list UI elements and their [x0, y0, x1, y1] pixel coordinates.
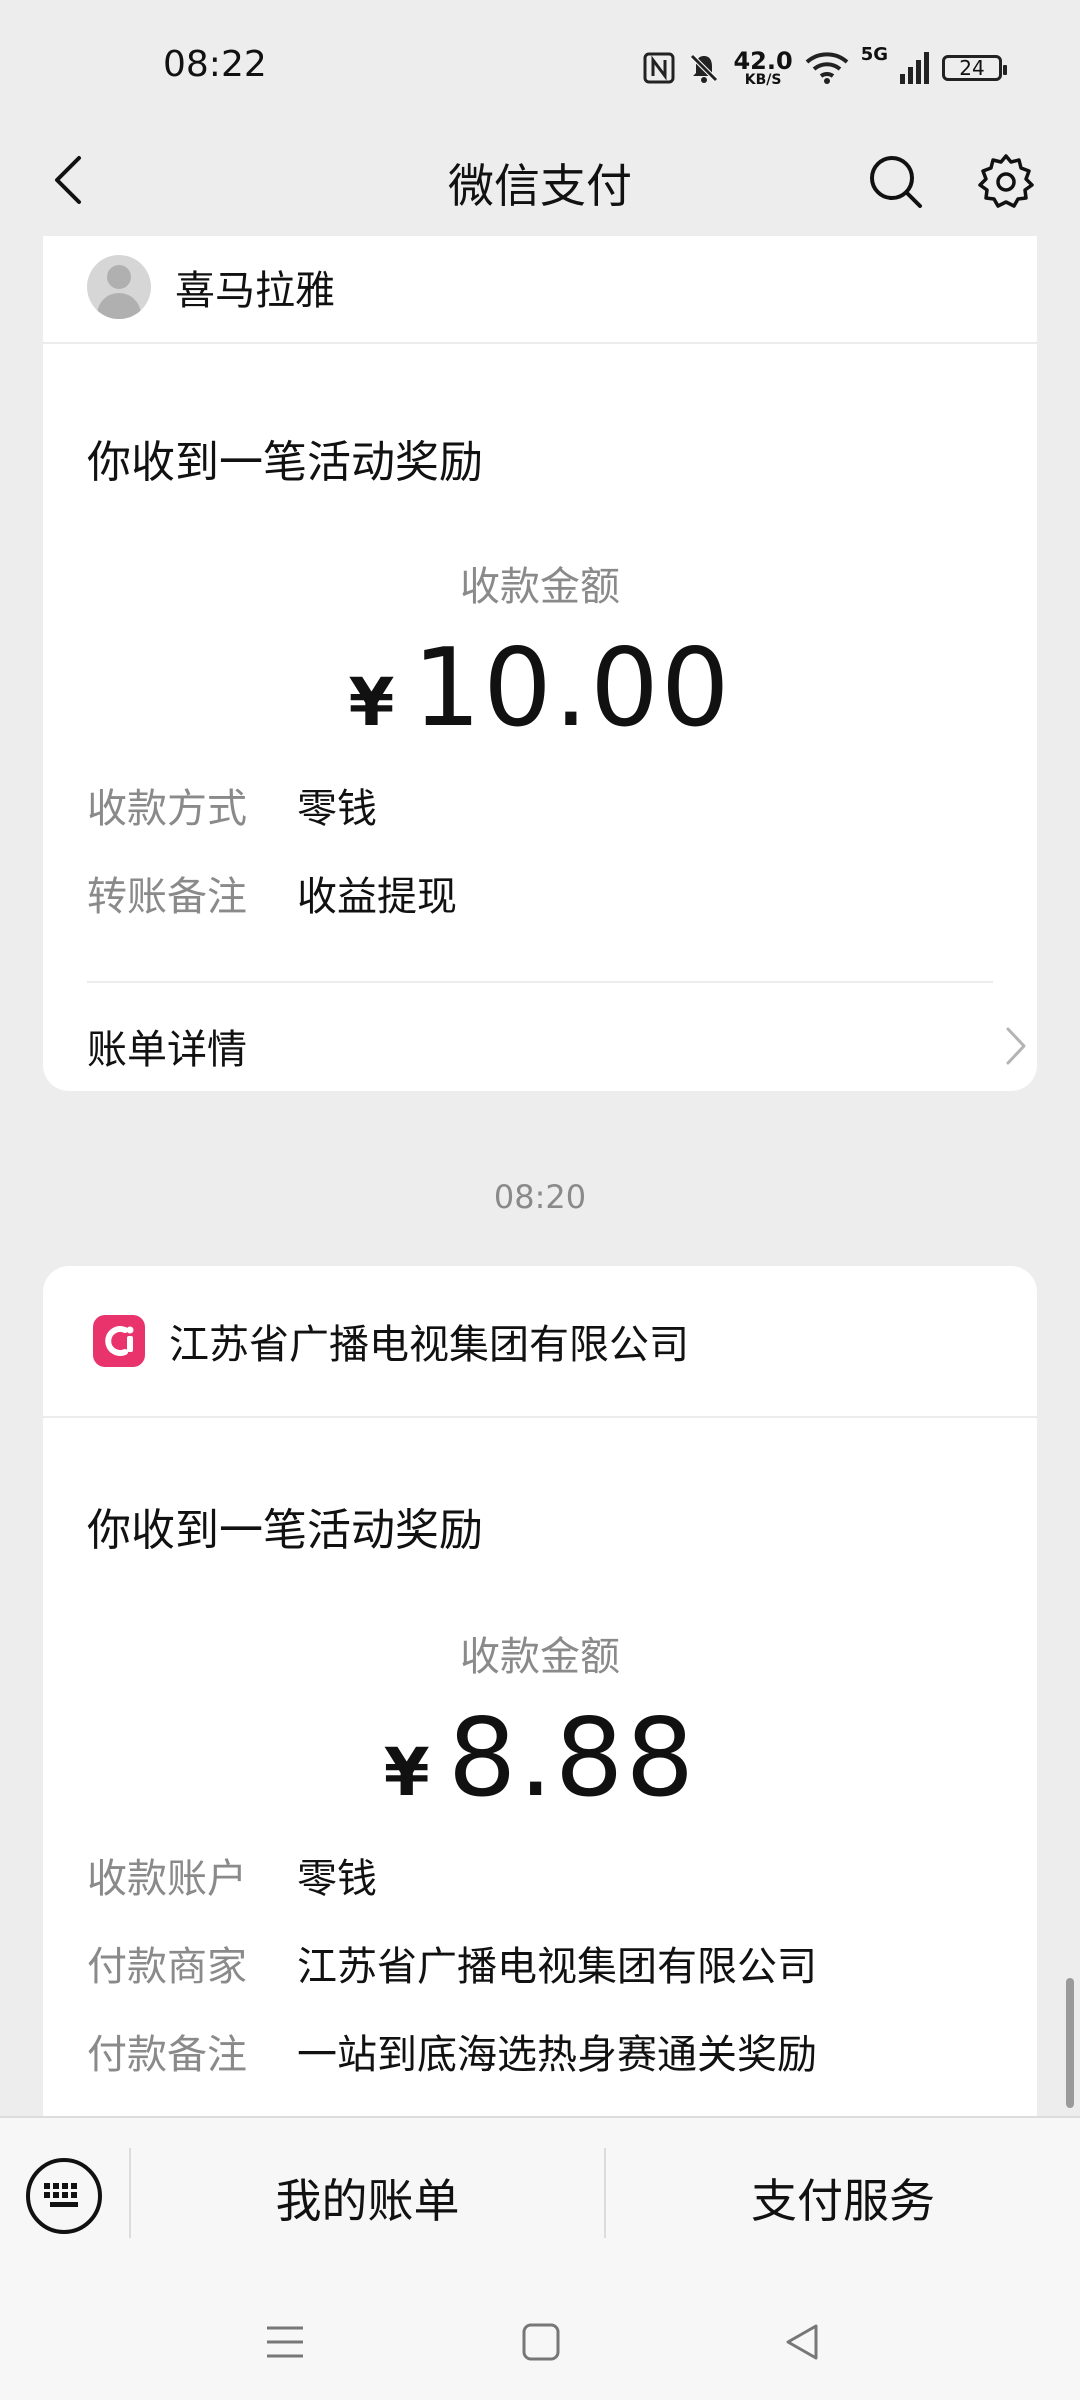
system-navigation-bar: [0, 2276, 1080, 2400]
message-timestamp: 08:20: [493, 1178, 587, 1216]
back-nav-button[interactable]: [772, 2312, 832, 2372]
triangle-back-icon: [786, 2324, 818, 2360]
keyboard-toggle-button[interactable]: [26, 2158, 102, 2234]
status-time: 08:22: [163, 44, 267, 85]
field-key: 收款方式: [87, 786, 247, 832]
merchant-header[interactable]: 喜马拉雅: [43, 234, 1037, 340]
amount-label: 收款金额: [460, 1634, 620, 1680]
navigation-bar: 微信支付: [0, 130, 1080, 236]
battery-icon: 24: [942, 55, 1007, 81]
chevron-right-icon: [1006, 1027, 1026, 1065]
currency-symbol: ¥: [348, 664, 395, 741]
payment-message-card: 喜马拉雅 你收到一笔活动奖励 收款金额 ¥ 10.00 收款方式 零钱 转账备注…: [43, 236, 1037, 1091]
message-headline: 你收到一笔活动奖励: [87, 1505, 483, 1556]
amount-value: 8.88: [447, 1696, 697, 1821]
currency-symbol: ¥: [383, 1734, 430, 1811]
mute-icon: [690, 54, 719, 83]
network-type: 5G: [860, 44, 888, 65]
square-icon: [522, 2323, 560, 2361]
field-key: 转账备注: [87, 874, 247, 920]
field-key: 付款备注: [87, 2032, 247, 2078]
wifi-icon: [805, 52, 849, 84]
field-value: 一站到底海选热身赛通关奖励: [297, 2032, 817, 2078]
field-value: 零钱: [297, 1856, 377, 1902]
search-button[interactable]: [860, 146, 932, 218]
message-headline: 你收到一笔活动奖励: [87, 437, 483, 488]
field-key: 收款账户: [87, 1856, 247, 1902]
avatar: [87, 255, 151, 319]
field-key: 付款商家: [87, 1944, 247, 1990]
search-icon: [870, 156, 922, 208]
signal-icon: [900, 52, 929, 84]
gear-icon: [978, 154, 1034, 208]
field-row: 转账备注 收益提现: [87, 864, 457, 922]
field-row: 付款商家 江苏省广播电视集团有限公司: [87, 1934, 817, 1992]
amount-label: 收款金额: [460, 564, 620, 610]
settings-button[interactable]: [970, 146, 1042, 218]
divider: [43, 342, 1037, 344]
divider: [87, 981, 993, 983]
payment-message-card: 江苏省广播电视集团有限公司 你收到一笔活动奖励 收款金额 ¥ 8.88 收款账户…: [43, 1266, 1037, 2116]
status-bar: 08:22 42.0 KB/S 5G 24: [0, 0, 1080, 130]
amount-display: ¥ 10.00: [43, 626, 1037, 751]
network-speed-value: 42.0: [733, 47, 793, 75]
recent-apps-button[interactable]: [255, 2312, 315, 2372]
merchant-name: 喜马拉雅: [175, 268, 335, 314]
merchant-logo-icon: [93, 1315, 145, 1367]
network-speed-unit: KB/S: [744, 72, 782, 88]
bill-details-link[interactable]: 账单详情: [87, 1011, 1037, 1081]
home-button[interactable]: [511, 2312, 571, 2372]
battery-level: 24: [959, 56, 985, 80]
nfc-icon: [643, 52, 675, 84]
menu-my-bills[interactable]: 我的账单: [131, 2148, 604, 2248]
divider: [43, 1416, 1037, 1418]
status-icons: 42.0 KB/S 5G 24: [643, 44, 1007, 92]
keyboard-icon: [44, 2183, 78, 2207]
field-row: 收款方式 零钱: [87, 776, 377, 834]
menu-payment-services[interactable]: 支付服务: [606, 2148, 1080, 2248]
field-value: 江苏省广播电视集团有限公司: [297, 1944, 817, 1990]
amount-value: 10.00: [412, 626, 732, 751]
menu-lines-icon: [267, 2326, 303, 2358]
merchant-name: 江苏省广播电视集团有限公司: [169, 1322, 689, 1368]
bill-details-label: 账单详情: [87, 1027, 247, 1073]
bottom-menu-bar: 我的账单 支付服务: [0, 2116, 1080, 2278]
field-row: 收款账户 零钱: [87, 1846, 377, 1904]
merchant-header[interactable]: 江苏省广播电视集团有限公司: [43, 1288, 1037, 1394]
amount-display: ¥ 8.88: [43, 1696, 1037, 1821]
field-row: 付款备注 一站到底海选热身赛通关奖励: [87, 2022, 817, 2080]
field-value: 零钱: [297, 786, 377, 832]
scrollbar[interactable]: [1066, 1978, 1074, 2108]
network-speed: 42.0 KB/S: [733, 49, 792, 87]
field-value: 收益提现: [297, 874, 457, 920]
